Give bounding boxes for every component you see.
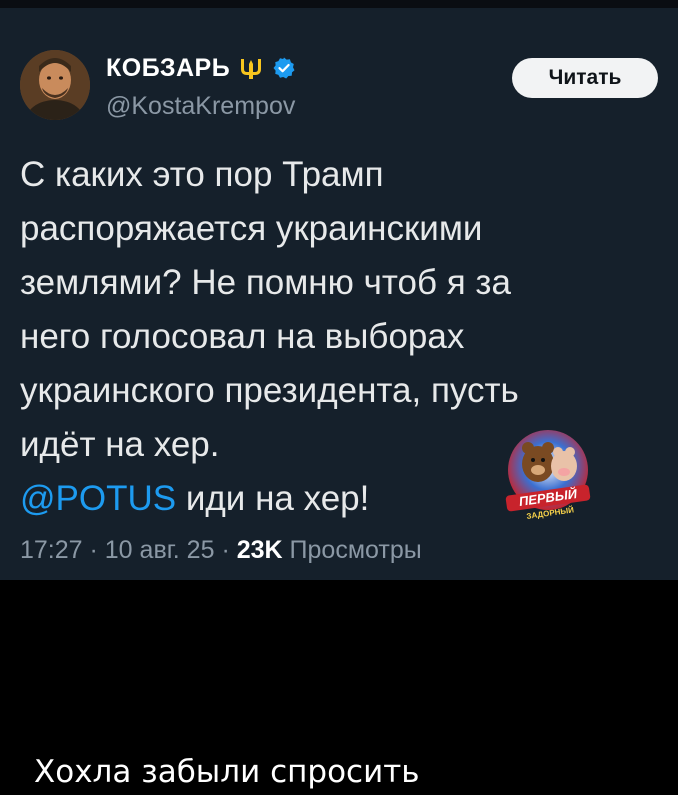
- views-label: Просмотры: [289, 536, 422, 564]
- avatar-portrait-icon: [20, 50, 90, 120]
- mention-link[interactable]: @POTUS: [20, 479, 176, 518]
- meme-caption: Хохла забыли спросить: [34, 754, 420, 790]
- bear-logo-icon: ПЕРВЫЙ ЗАДОРНЫЙ: [505, 430, 591, 521]
- tweet-time[interactable]: 17:27: [20, 536, 83, 564]
- tweet-date[interactable]: 10 авг. 25: [105, 536, 215, 564]
- tweet-line: землями? Не помню чтоб я за: [20, 263, 511, 302]
- mention-suffix: иди на хер!: [176, 479, 370, 518]
- tweet-meta: 17:27 · 10 авг. 25 · 23K Просмотры: [20, 536, 422, 565]
- channel-watermark-logo: ПЕРВЫЙ ЗАДОРНЫЙ: [496, 424, 600, 528]
- display-name[interactable]: КОБЗАРЬ: [106, 54, 230, 83]
- trident-icon: [241, 59, 262, 79]
- author-handle[interactable]: @KostaKrempov: [106, 92, 295, 121]
- tweet-line: него голосовал на выборах: [20, 317, 465, 356]
- meta-separator: ·: [82, 536, 105, 564]
- follow-button[interactable]: Читать: [512, 58, 658, 98]
- tweet-line: украинского президента, пусть: [20, 371, 519, 410]
- tweet-card: КОБЗАРЬ @KostaKrempov Читать С каких это…: [0, 8, 678, 580]
- views-count: 23K: [236, 536, 283, 564]
- author-name-row: КОБЗАРЬ: [106, 52, 296, 84]
- meta-separator: ·: [214, 536, 237, 564]
- avatar[interactable]: [20, 50, 90, 120]
- tweet-line: С каких это пор Трамп: [20, 155, 384, 194]
- status-bar-strip: [0, 0, 678, 8]
- tweet-line: распоряжается украинскими: [20, 209, 483, 248]
- screen: КОБЗАРЬ @KostaKrempov Читать С каких это…: [0, 0, 678, 795]
- verified-badge-icon: [273, 57, 295, 79]
